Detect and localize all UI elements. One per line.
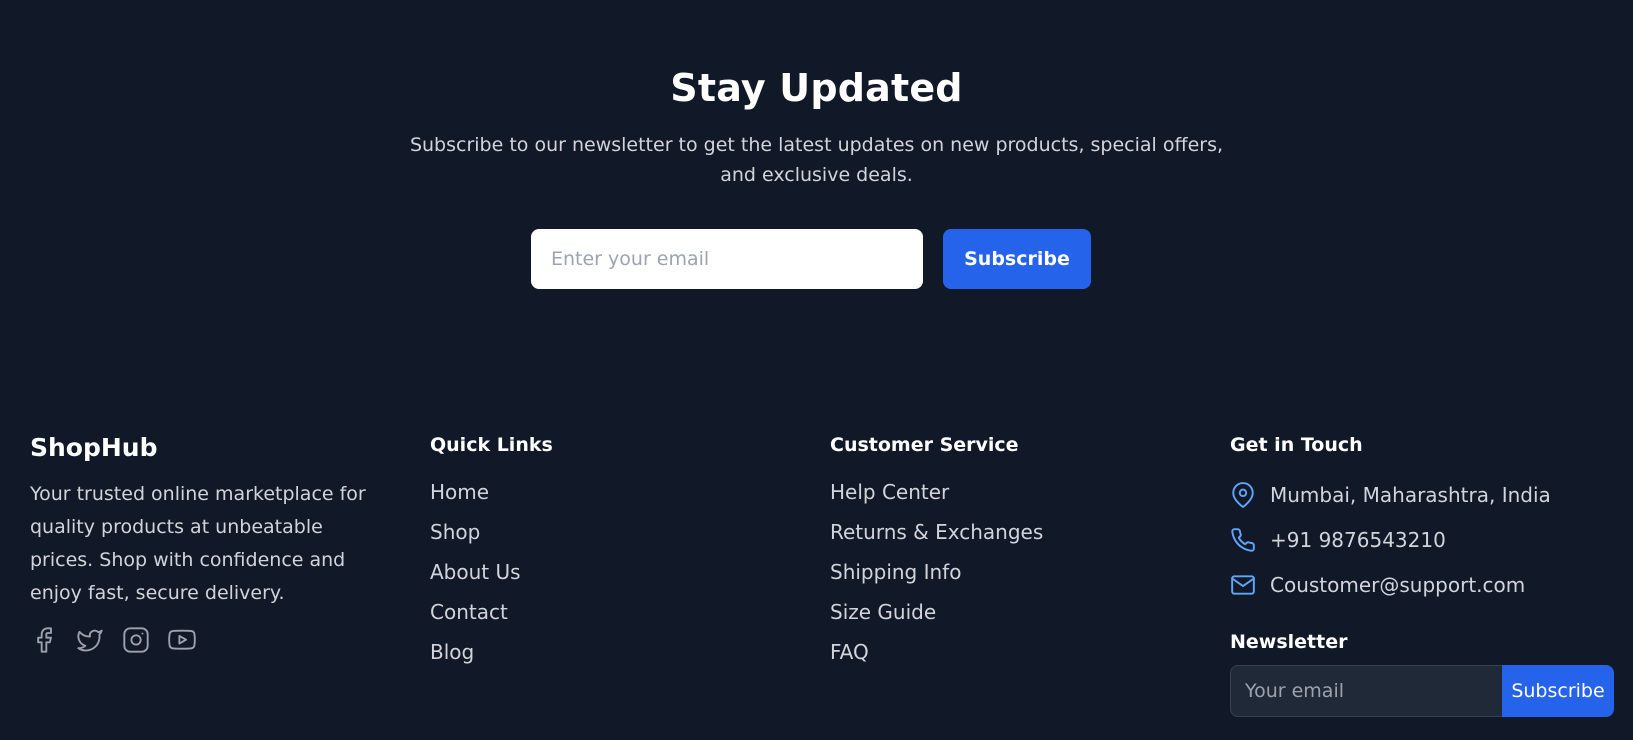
location-pin-icon: [1230, 481, 1256, 508]
footer-newsletter-form: Subscribe: [1230, 665, 1614, 717]
page: Stay Updated Subscribe to our newsletter…: [0, 0, 1633, 740]
quick-link-contact[interactable]: Contact: [430, 592, 790, 632]
facebook-icon[interactable]: [30, 626, 58, 654]
quick-links-list: Home Shop About Us Contact Blog: [430, 472, 790, 672]
contact-list: Mumbai, Maharashtra, India +91 987654321…: [1230, 472, 1620, 607]
contact-heading: Get in Touch: [1230, 434, 1363, 456]
instagram-icon[interactable]: [122, 626, 150, 654]
service-link-size-guide[interactable]: Size Guide: [830, 592, 1190, 632]
newsletter-subscribe-button[interactable]: Subscribe: [943, 229, 1091, 289]
quick-link-home[interactable]: Home: [430, 472, 790, 512]
quick-link-about-us[interactable]: About Us: [430, 552, 790, 592]
social-links: [30, 626, 390, 654]
youtube-icon[interactable]: [168, 626, 196, 654]
footer-contact-column: Get in Touch Mumbai, Maharashtra, India: [1230, 430, 1620, 717]
footer-newsletter-subscribe-button[interactable]: Subscribe: [1502, 665, 1614, 717]
footer-brand-column: ShopHub Your trusted online marketplace …: [30, 430, 390, 654]
brand-name: ShopHub: [30, 433, 158, 462]
service-link-help-center[interactable]: Help Center: [830, 472, 1190, 512]
contact-email-text[interactable]: Coustomer@support.com: [1270, 573, 1525, 597]
brand-description: Your trusted online marketplace for qual…: [30, 483, 366, 604]
phone-icon: [1230, 527, 1256, 553]
mail-icon: [1230, 572, 1256, 598]
quick-link-shop[interactable]: Shop: [430, 512, 790, 552]
newsletter-subtitle: Subscribe to our newsletter to get the l…: [409, 134, 1224, 186]
footer-customer-service-column: Customer Service Help Center Returns & E…: [830, 430, 1190, 672]
footer-newsletter-heading: Newsletter: [1230, 631, 1348, 653]
customer-service-list: Help Center Returns & Exchanges Shipping…: [830, 472, 1190, 672]
service-link-shipping-info[interactable]: Shipping Info: [830, 552, 1190, 592]
contact-phone-text[interactable]: +91 9876543210: [1270, 528, 1446, 552]
service-link-faq[interactable]: FAQ: [830, 632, 1190, 672]
contact-address-text: Mumbai, Maharashtra, India: [1270, 482, 1551, 507]
service-link-returns-exchanges[interactable]: Returns & Exchanges: [830, 512, 1190, 552]
footer-quick-links-column: Quick Links Home Shop About Us Contact B…: [430, 430, 790, 672]
newsletter-title: Stay Updated: [670, 66, 963, 110]
contact-email: Coustomer@support.com: [1230, 562, 1620, 607]
quick-link-blog[interactable]: Blog: [430, 632, 790, 672]
twitter-icon[interactable]: [76, 626, 104, 654]
contact-phone: +91 9876543210: [1230, 517, 1620, 562]
newsletter-email-input[interactable]: [531, 229, 923, 289]
quick-links-heading: Quick Links: [430, 434, 553, 456]
customer-service-heading: Customer Service: [830, 434, 1019, 456]
footer-newsletter-email-input[interactable]: [1230, 665, 1502, 717]
contact-address: Mumbai, Maharashtra, India: [1230, 472, 1620, 517]
